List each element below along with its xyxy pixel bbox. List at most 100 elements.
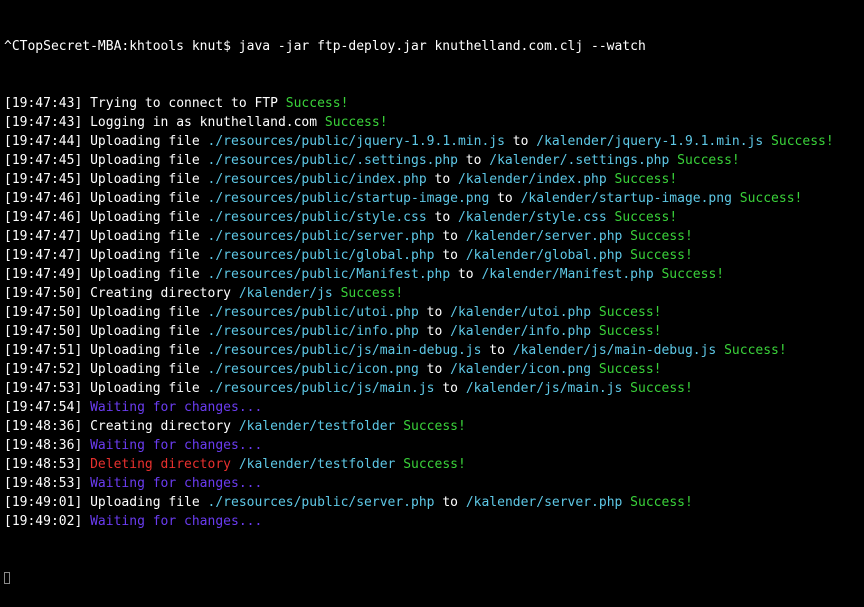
cursor-line: [4, 569, 864, 588]
log-timestamp: [19:47:50]: [4, 324, 83, 339]
log-waiting: Waiting for changes...: [90, 476, 263, 491]
log-path: ./resources/public/js/main-debug.js: [207, 343, 482, 358]
log-text: to: [457, 153, 490, 168]
log-line: [19:47:54] Waiting for changes...: [4, 398, 864, 417]
log-success: Success!: [622, 495, 693, 510]
log-path: /kalender/index.php: [457, 172, 607, 187]
log-path: ./resources/public/icon.png: [207, 362, 419, 377]
log-path: ./resources/public/info.php: [207, 324, 419, 339]
log-path: /kalender/.settings.php: [489, 153, 670, 168]
log-line: [19:49:02] Waiting for changes...: [4, 512, 864, 531]
log-success: Success!: [716, 343, 787, 358]
log-text: to: [418, 324, 451, 339]
log-success: Success!: [606, 210, 678, 225]
log-text: Uploading file: [90, 229, 208, 244]
log-timestamp: [19:47:43]: [4, 115, 83, 130]
log-line: [19:48:53] Deleting directory /kalender/…: [4, 455, 864, 474]
log-success: Success!: [591, 305, 662, 320]
log-waiting: Waiting for changes...: [90, 438, 263, 453]
log-path: /kalender/testfolder: [238, 419, 396, 434]
log-line: [19:47:50] Uploading file ./resources/pu…: [4, 322, 864, 341]
command-prompt-line: ^CTopSecret-MBA:khtools knut$ java -jar …: [4, 39, 646, 54]
log-waiting: Waiting for changes...: [90, 514, 263, 529]
log-path: ./resources/public/server.php: [207, 229, 435, 244]
log-text: to: [434, 248, 466, 263]
log-text: Trying to connect to FTP: [90, 96, 286, 111]
log-text: Uploading file: [90, 172, 208, 187]
log-success: Success!: [622, 229, 693, 244]
log-success: Success!: [606, 172, 678, 187]
log-line: [19:47:50] Uploading file ./resources/pu…: [4, 303, 864, 322]
log-text: Uploading file: [90, 495, 208, 510]
log-line: [19:47:43] Logging in as knuthelland.com…: [4, 113, 864, 132]
log-text: Uploading file: [90, 191, 208, 206]
log-timestamp: [19:47:54]: [4, 400, 83, 415]
log-text: to: [450, 267, 482, 282]
log-text: Uploading file: [90, 153, 208, 168]
log-path: /kalender/style.css: [457, 210, 607, 225]
log-path: /kalender/js: [238, 286, 333, 301]
log-text: to: [434, 495, 466, 510]
log-timestamp: [19:47:43]: [4, 96, 83, 111]
log-timestamp: [19:48:53]: [4, 476, 83, 491]
log-success: Success!: [395, 457, 466, 472]
log-line: [19:49:01] Uploading file ./resources/pu…: [4, 493, 864, 512]
log-timestamp: [19:49:01]: [4, 495, 83, 510]
log-line: [19:47:45] Uploading file ./resources/pu…: [4, 170, 864, 189]
log-text: to: [481, 343, 513, 358]
log-timestamp: [19:47:46]: [4, 191, 83, 206]
log-success: Success!: [763, 134, 834, 149]
log-text: to: [426, 172, 458, 187]
log-path: /kalender/icon.png: [450, 362, 592, 377]
log-line: [19:47:49] Uploading file ./resources/pu…: [4, 265, 864, 284]
terminal-window[interactable]: ^CTopSecret-MBA:khtools knut$ java -jar …: [0, 0, 864, 584]
log-timestamp: [19:47:45]: [4, 172, 83, 187]
log-timestamp: [19:47:52]: [4, 362, 83, 377]
log-line: [19:47:50] Creating directory /kalender/…: [4, 284, 864, 303]
log-timestamp: [19:48:36]: [4, 419, 83, 434]
log-timestamp: [19:47:47]: [4, 229, 83, 244]
log-path: ./resources/public/index.php: [207, 172, 427, 187]
log-delete: Deleting directory: [90, 457, 239, 472]
log-success: Success!: [622, 248, 693, 263]
log-success: Success!: [622, 381, 693, 396]
log-text: Creating directory: [90, 419, 239, 434]
log-line: [19:47:46] Uploading file ./resources/pu…: [4, 189, 864, 208]
log-path: /kalender/startup-image.png: [520, 191, 732, 206]
log-text: to: [434, 229, 466, 244]
log-path: /kalender/server.php: [465, 229, 623, 244]
cursor-block: [4, 572, 10, 584]
log-path: ./resources/public/global.php: [207, 248, 435, 263]
log-timestamp: [19:47:46]: [4, 210, 83, 225]
log-success: Success!: [669, 153, 740, 168]
log-text: Uploading file: [90, 134, 208, 149]
log-path: ./resources/public/.settings.php: [207, 153, 458, 168]
log-line: [19:47:46] Uploading file ./resources/pu…: [4, 208, 864, 227]
log-text: Logging in as knuthelland.com: [90, 115, 325, 130]
log-text: Uploading file: [90, 210, 208, 225]
log-timestamp: [19:47:49]: [4, 267, 83, 282]
log-line: [19:47:53] Uploading file ./resources/pu…: [4, 379, 864, 398]
log-path: /kalender/jquery-1.9.1.min.js: [536, 134, 764, 149]
log-timestamp: [19:47:47]: [4, 248, 83, 263]
log-timestamp: [19:47:50]: [4, 305, 83, 320]
log-success: Success!: [653, 267, 725, 282]
log-timestamp: [19:47:44]: [4, 134, 83, 149]
log-path: /kalender/info.php: [450, 324, 592, 339]
log-line: [19:47:52] Uploading file ./resources/pu…: [4, 360, 864, 379]
log-text: to: [418, 305, 451, 320]
log-line: [19:47:45] Uploading file ./resources/pu…: [4, 151, 864, 170]
log-text: to: [426, 210, 458, 225]
log-line: [19:48:53] Waiting for changes...: [4, 474, 864, 493]
log-path: /kalender/global.php: [465, 248, 623, 263]
log-text: Uploading file: [90, 267, 208, 282]
log-line: [19:48:36] Creating directory /kalender/…: [4, 417, 864, 436]
log-timestamp: [19:47:45]: [4, 153, 83, 168]
log-path: /kalender/testfolder: [238, 457, 396, 472]
log-success: Success!: [395, 419, 466, 434]
log-text: Uploading file: [90, 343, 208, 358]
log-text: Creating directory: [90, 286, 239, 301]
log-success: Success!: [285, 96, 349, 111]
log-path: ./resources/public/style.css: [207, 210, 427, 225]
log-path: ./resources/public/jquery-1.9.1.min.js: [207, 134, 505, 149]
